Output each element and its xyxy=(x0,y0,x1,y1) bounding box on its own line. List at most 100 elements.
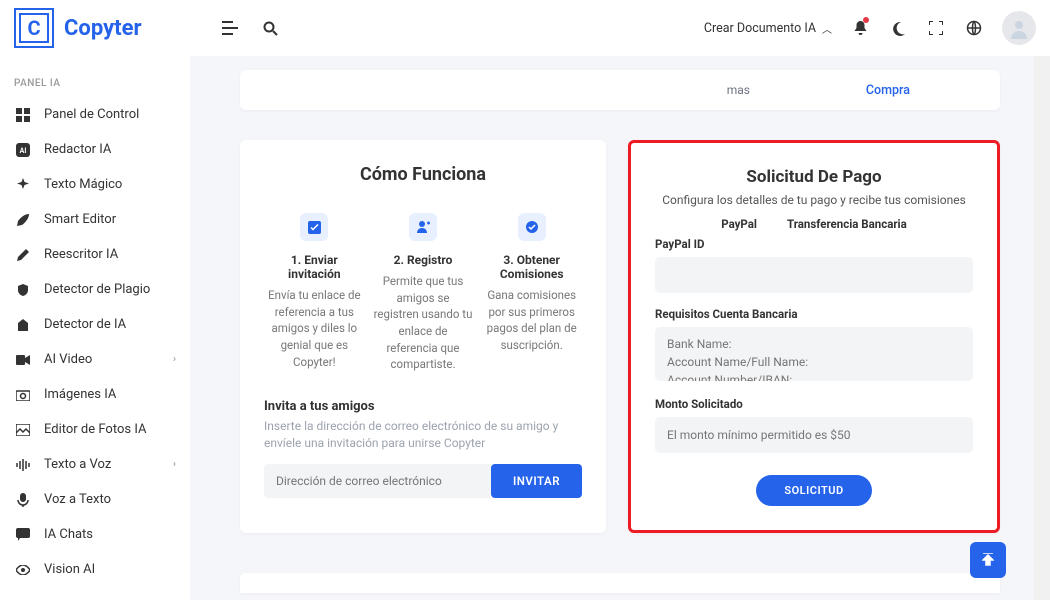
how-it-works-card: Cómo Funciona 1. Enviar invitación Envía… xyxy=(240,140,606,533)
logo-text: Copyter xyxy=(64,16,142,41)
chat-icon xyxy=(14,528,32,541)
sidebar-item-label: Imágenes IA xyxy=(44,387,116,402)
amount-label: Monto Solicitado xyxy=(655,397,973,411)
eye-icon xyxy=(14,565,32,575)
header: C Copyter Crear Documento IA ︿ xyxy=(0,0,1050,56)
gallery-icon xyxy=(14,424,32,436)
invite-heading: Invita a tus amigos xyxy=(264,399,582,414)
sidebar-item-plagiarism[interactable]: Detector de Plagio xyxy=(0,272,190,307)
payment-title: Solicitud De Pago xyxy=(655,167,973,187)
sidebar-item-tts[interactable]: Texto a Voz › xyxy=(0,447,190,482)
sidebar-item-chats[interactable]: IA Chats xyxy=(0,517,190,552)
sidebar: PANEL IA Panel de Control AI Redactor IA… xyxy=(0,56,190,600)
logo-square: C xyxy=(14,8,54,48)
camera-icon xyxy=(14,389,32,401)
how-it-works-title: Cómo Funciona xyxy=(264,164,582,185)
building-icon xyxy=(14,318,32,332)
sidebar-item-magic-text[interactable]: Texto Mágico xyxy=(0,167,190,202)
sidebar-item-label: Texto Mágico xyxy=(44,177,122,192)
step-title: 2. Registro xyxy=(373,253,474,267)
avatar[interactable] xyxy=(1002,11,1036,45)
scroll-to-top-button[interactable] xyxy=(970,542,1006,578)
dark-mode-icon[interactable] xyxy=(888,18,908,38)
ai-badge-icon: AI xyxy=(14,143,32,157)
feather-icon xyxy=(14,213,32,227)
logo-letter: C xyxy=(19,13,49,43)
pen-icon xyxy=(14,248,32,262)
invite-email-input[interactable] xyxy=(264,464,491,498)
user-icon xyxy=(409,213,437,241)
sidebar-item-stt[interactable]: Voz a Texto xyxy=(0,482,190,517)
sidebar-item-label: Vision AI xyxy=(44,562,95,577)
create-document-dropdown[interactable]: Crear Documento IA ︿ xyxy=(704,21,832,36)
top-strip-card: mas Compra xyxy=(240,70,1000,110)
sidebar-item-label: Detector de Plagio xyxy=(44,282,150,297)
sidebar-item-smart-editor[interactable]: Smart Editor xyxy=(0,202,190,237)
sidebar-item-label: IA Chats xyxy=(44,527,93,542)
paypal-id-input[interactable] xyxy=(655,257,973,293)
bank-req-label: Requisitos Cuenta Bancaria xyxy=(655,307,973,321)
strip-compra[interactable]: Compra xyxy=(866,83,910,98)
soundwave-icon xyxy=(14,459,32,471)
sidebar-item-redactor[interactable]: AI Redactor IA xyxy=(0,132,190,167)
sidebar-item-label: Editor de Fotos IA xyxy=(44,422,146,437)
sidebar-section-label: PANEL IA xyxy=(0,70,190,97)
badge-icon xyxy=(518,213,546,241)
tab-paypal[interactable]: PayPal xyxy=(721,217,757,231)
sidebar-item-label: Panel de Control xyxy=(44,107,139,122)
amount-input[interactable] xyxy=(655,417,973,453)
next-card-peek xyxy=(240,573,1000,593)
main-content: mas Compra Cómo Funciona 1. Enviar invit… xyxy=(190,56,1050,600)
page-scrollbar[interactable] xyxy=(1034,0,1050,600)
step-desc: Gana comisiones por sus primeros pagos d… xyxy=(481,287,582,354)
sparkle-icon xyxy=(14,178,32,192)
sidebar-item-ai-video[interactable]: AI Video › xyxy=(0,342,190,377)
request-button[interactable]: SOLICITUD xyxy=(756,475,871,506)
create-document-label: Crear Documento IA xyxy=(704,21,816,36)
mic-icon xyxy=(14,493,32,507)
shield-icon xyxy=(14,283,32,297)
fullscreen-icon[interactable] xyxy=(926,18,946,38)
sidebar-item-vision[interactable]: Vision AI xyxy=(0,552,190,587)
sidebar-item-label: Reescritor IA xyxy=(44,247,118,262)
invite-sub: Inserte la dirección de correo electróni… xyxy=(264,418,582,452)
paypal-id-label: PayPal ID xyxy=(655,237,973,251)
logo[interactable]: C Copyter xyxy=(14,8,190,48)
sidebar-item-rewriter[interactable]: Reescritor IA xyxy=(0,237,190,272)
step-3: 3. Obtener Comisiones Gana comisiones po… xyxy=(481,213,582,373)
sidebar-item-label: Redactor IA xyxy=(44,142,111,157)
sidebar-item-dashboard[interactable]: Panel de Control xyxy=(0,97,190,132)
sidebar-item-label: AI Video xyxy=(44,352,92,367)
tab-bank[interactable]: Transferencia Bancaria xyxy=(787,217,907,231)
strip-more: mas xyxy=(727,83,750,97)
sidebar-item-label: Smart Editor xyxy=(44,212,116,227)
sidebar-item-ai-detector[interactable]: Detector de IA xyxy=(0,307,190,342)
notification-dot xyxy=(863,17,869,23)
language-icon[interactable] xyxy=(964,18,984,38)
chevron-right-icon: › xyxy=(173,354,176,365)
step-title: 3. Obtener Comisiones xyxy=(481,253,582,281)
step-desc: Envía tu enlace de referencia a tus amig… xyxy=(264,287,365,370)
bank-req-textarea[interactable] xyxy=(655,327,973,381)
step-desc: Permite que tus amigos se registren usan… xyxy=(373,273,474,373)
svg-text:AI: AI xyxy=(20,147,27,155)
video-icon xyxy=(14,354,32,366)
menu-toggle-icon[interactable] xyxy=(220,18,240,38)
invite-button[interactable]: INVITAR xyxy=(491,464,582,498)
sidebar-item-photo-editor[interactable]: Editor de Fotos IA xyxy=(0,412,190,447)
sidebar-item-label: Voz a Texto xyxy=(44,492,111,507)
sidebar-item-label: Detector de IA xyxy=(44,317,126,332)
notifications-icon[interactable] xyxy=(850,18,870,38)
payment-sub: Configura los detalles de tu pago y reci… xyxy=(655,193,973,207)
header-right: Crear Documento IA ︿ xyxy=(704,11,1036,45)
grid-icon xyxy=(14,108,32,122)
step-1: 1. Enviar invitación Envía tu enlace de … xyxy=(264,213,365,373)
payment-request-card: Solicitud De Pago Configura los detalles… xyxy=(628,140,1000,533)
sidebar-item-label: Texto a Voz xyxy=(44,457,111,472)
chevron-up-icon: ︿ xyxy=(822,21,832,36)
chevron-right-icon: › xyxy=(173,459,176,470)
header-left-controls xyxy=(190,18,280,38)
check-icon xyxy=(300,213,328,241)
sidebar-item-images[interactable]: Imágenes IA xyxy=(0,377,190,412)
search-icon[interactable] xyxy=(260,18,280,38)
